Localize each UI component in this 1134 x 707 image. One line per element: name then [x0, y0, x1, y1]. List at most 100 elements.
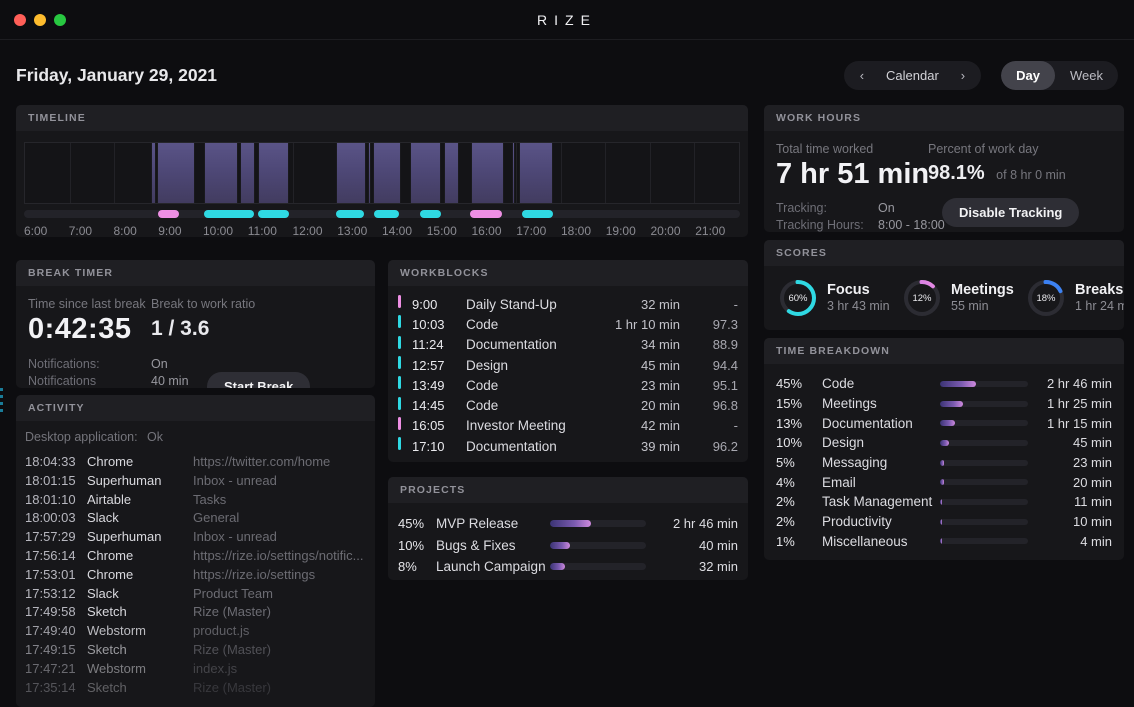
workblock-row[interactable]: 11:24Documentation34 min88.9 — [398, 335, 738, 355]
breakdown-row[interactable]: 4%Email20 min — [776, 472, 1112, 492]
timeline-focus-segment[interactable] — [420, 210, 441, 218]
workblock-category-tick — [398, 397, 412, 415]
timeline-focus-segment[interactable] — [522, 210, 553, 218]
breakdown-bar-fill — [940, 420, 955, 426]
close-window-icon[interactable] — [14, 14, 26, 26]
chevron-right-icon[interactable]: › — [961, 69, 965, 82]
timeline-focus-segment[interactable] — [258, 210, 289, 218]
activity-time: 17:49:40 — [25, 622, 87, 641]
workblock-row[interactable]: 12:57Design45 min94.4 — [398, 355, 738, 375]
tracking-hours-label: Tracking Hours: — [776, 217, 878, 232]
timeline-meeting-segment[interactable] — [470, 210, 502, 218]
timeline-activity-block[interactable] — [204, 143, 238, 203]
activity-list: 18:04:33Chromehttps://twitter.com/home18… — [16, 453, 375, 697]
workblock-row[interactable]: 13:49Code23 min95.1 — [398, 375, 738, 395]
timeline-axis-label: 16:00 — [472, 224, 502, 237]
timeline-activity-block[interactable] — [471, 143, 504, 203]
workblock-row[interactable]: 10:03Code1 hr 10 min97.3 — [398, 314, 738, 334]
window-controls — [14, 14, 66, 26]
timeline-axis-label: 10:00 — [203, 224, 233, 237]
breakdown-row[interactable]: 15%Meetings1 hr 25 min — [776, 394, 1112, 414]
breakdown-bar-fill — [940, 479, 944, 485]
timeline-activity-block[interactable] — [444, 143, 459, 203]
timeline-activity-block[interactable] — [336, 143, 366, 203]
activity-row[interactable]: 17:57:29SuperhumanInbox - unread — [16, 528, 375, 547]
activity-app: Webstorm — [87, 660, 193, 679]
workblock-time: 9:00 — [412, 297, 466, 312]
tab-week[interactable]: Week — [1055, 61, 1118, 90]
activity-row[interactable]: 17:53:01Chromehttps://rize.io/settings — [16, 566, 375, 585]
timeline-activity-block[interactable] — [258, 143, 289, 203]
breakdown-name: Messaging — [822, 455, 940, 470]
activity-row[interactable]: 17:49:58SketchRize (Master) — [16, 603, 375, 622]
workblock-time: 10:03 — [412, 317, 466, 332]
tab-day[interactable]: Day — [1001, 61, 1055, 90]
timeline-activity-block[interactable] — [157, 143, 194, 203]
breakdown-row[interactable]: 5%Messaging23 min — [776, 453, 1112, 473]
minimize-window-icon[interactable] — [34, 14, 46, 26]
breakdown-row[interactable]: 13%Documentation1 hr 15 min — [776, 413, 1112, 433]
timeline-focus-segment[interactable] — [336, 210, 364, 218]
breakdown-row[interactable]: 2%Productivity10 min — [776, 512, 1112, 532]
activity-row[interactable]: 18:01:10AirtableTasks — [16, 491, 375, 510]
breakdown-row[interactable]: 10%Design45 min — [776, 433, 1112, 453]
timeline-focus-segment[interactable] — [204, 210, 253, 218]
score-ring-gauge: 12% — [902, 278, 942, 318]
notifications-threshold-label: Notifications threshold: — [28, 373, 151, 388]
activity-row[interactable]: 17:35:14SketchRize (Master) — [16, 679, 375, 698]
timeline-activity-block[interactable] — [151, 143, 156, 203]
project-bar — [550, 563, 646, 570]
maximize-window-icon[interactable] — [54, 14, 66, 26]
page-date-title: Friday, January 29, 2021 — [16, 65, 217, 86]
start-break-button[interactable]: Start Break — [207, 372, 310, 388]
activity-time: 17:49:15 — [25, 641, 87, 660]
notifications-value: On — [151, 356, 363, 373]
chevron-left-icon[interactable]: ‹ — [860, 69, 864, 82]
workblock-row[interactable]: 17:10Documentation39 min96.2 — [398, 436, 738, 456]
timeline-activity-block[interactable] — [373, 143, 401, 203]
breakdown-row[interactable]: 2%Task Management11 min — [776, 492, 1112, 512]
timeline-focus-segment[interactable] — [374, 210, 399, 218]
break-timer-body: Time since last break 0:42:35 Break to w… — [16, 286, 375, 388]
activity-row[interactable]: 18:01:15SuperhumanInbox - unread — [16, 472, 375, 491]
titlebar: RIZE — [0, 0, 1134, 40]
activity-row[interactable]: 17:47:21Webstormindex.js — [16, 660, 375, 679]
score-label: Meetings — [951, 282, 1014, 299]
disable-tracking-button[interactable]: Disable Tracking — [942, 198, 1079, 227]
activity-row[interactable]: 18:00:03SlackGeneral — [16, 509, 375, 528]
timeline-plot — [24, 142, 740, 204]
timeline-meeting-segment[interactable] — [158, 210, 179, 218]
timeline-activity-block[interactable] — [512, 143, 515, 203]
score-meetings: 12%Meetings55 min — [902, 278, 1012, 318]
activity-row[interactable]: 17:49:15SketchRize (Master) — [16, 641, 375, 660]
project-row[interactable]: 10%Bugs & Fixes40 min — [398, 535, 738, 557]
activity-row[interactable]: 17:56:14Chromehttps://rize.io/settings/n… — [16, 547, 375, 566]
activity-row[interactable]: 17:53:12SlackProduct Team — [16, 585, 375, 604]
breakdown-row[interactable]: 1%Miscellaneous4 min — [776, 532, 1112, 552]
breakdown-row[interactable]: 45%Code2 hr 46 min — [776, 374, 1112, 394]
breakdown-time: 23 min — [1028, 455, 1112, 470]
breakdown-name: Productivity — [822, 514, 940, 529]
activity-row[interactable]: 17:49:40Webstormproduct.js — [16, 622, 375, 641]
workblock-row[interactable]: 16:05Investor Meeting42 min- — [398, 416, 738, 436]
project-name: Launch Campaign — [436, 559, 550, 574]
timeline-activity-block[interactable] — [519, 143, 552, 203]
score-percent-value: 60% — [778, 278, 818, 318]
activity-row[interactable]: 18:04:33Chromehttps://twitter.com/home — [16, 453, 375, 472]
workblock-row[interactable]: 9:00Daily Stand-Up32 min- — [398, 294, 738, 314]
project-row[interactable]: 45%MVP Release2 hr 46 min — [398, 513, 738, 535]
timeline-gridline — [70, 143, 71, 203]
time-since-break-value: 0:42:35 — [28, 313, 151, 346]
activity-detail: https://twitter.com/home — [193, 453, 366, 472]
project-row[interactable]: 8%Launch Campaign32 min — [398, 556, 738, 578]
workblock-score: - — [680, 418, 738, 433]
break-timer-panel: BREAK TIMER Time since last break 0:42:3… — [16, 260, 375, 388]
workblock-row[interactable]: 14:45Code20 min96.8 — [398, 395, 738, 415]
edge-drawer-handle-icon[interactable] — [0, 388, 3, 415]
timeline-activity-block[interactable] — [240, 143, 255, 203]
timeline-activity-block[interactable] — [368, 143, 371, 203]
activity-time: 17:53:01 — [25, 566, 87, 585]
calendar-button[interactable]: Calendar — [886, 68, 939, 83]
breakdown-time: 45 min — [1028, 435, 1112, 450]
timeline-activity-block[interactable] — [410, 143, 441, 203]
